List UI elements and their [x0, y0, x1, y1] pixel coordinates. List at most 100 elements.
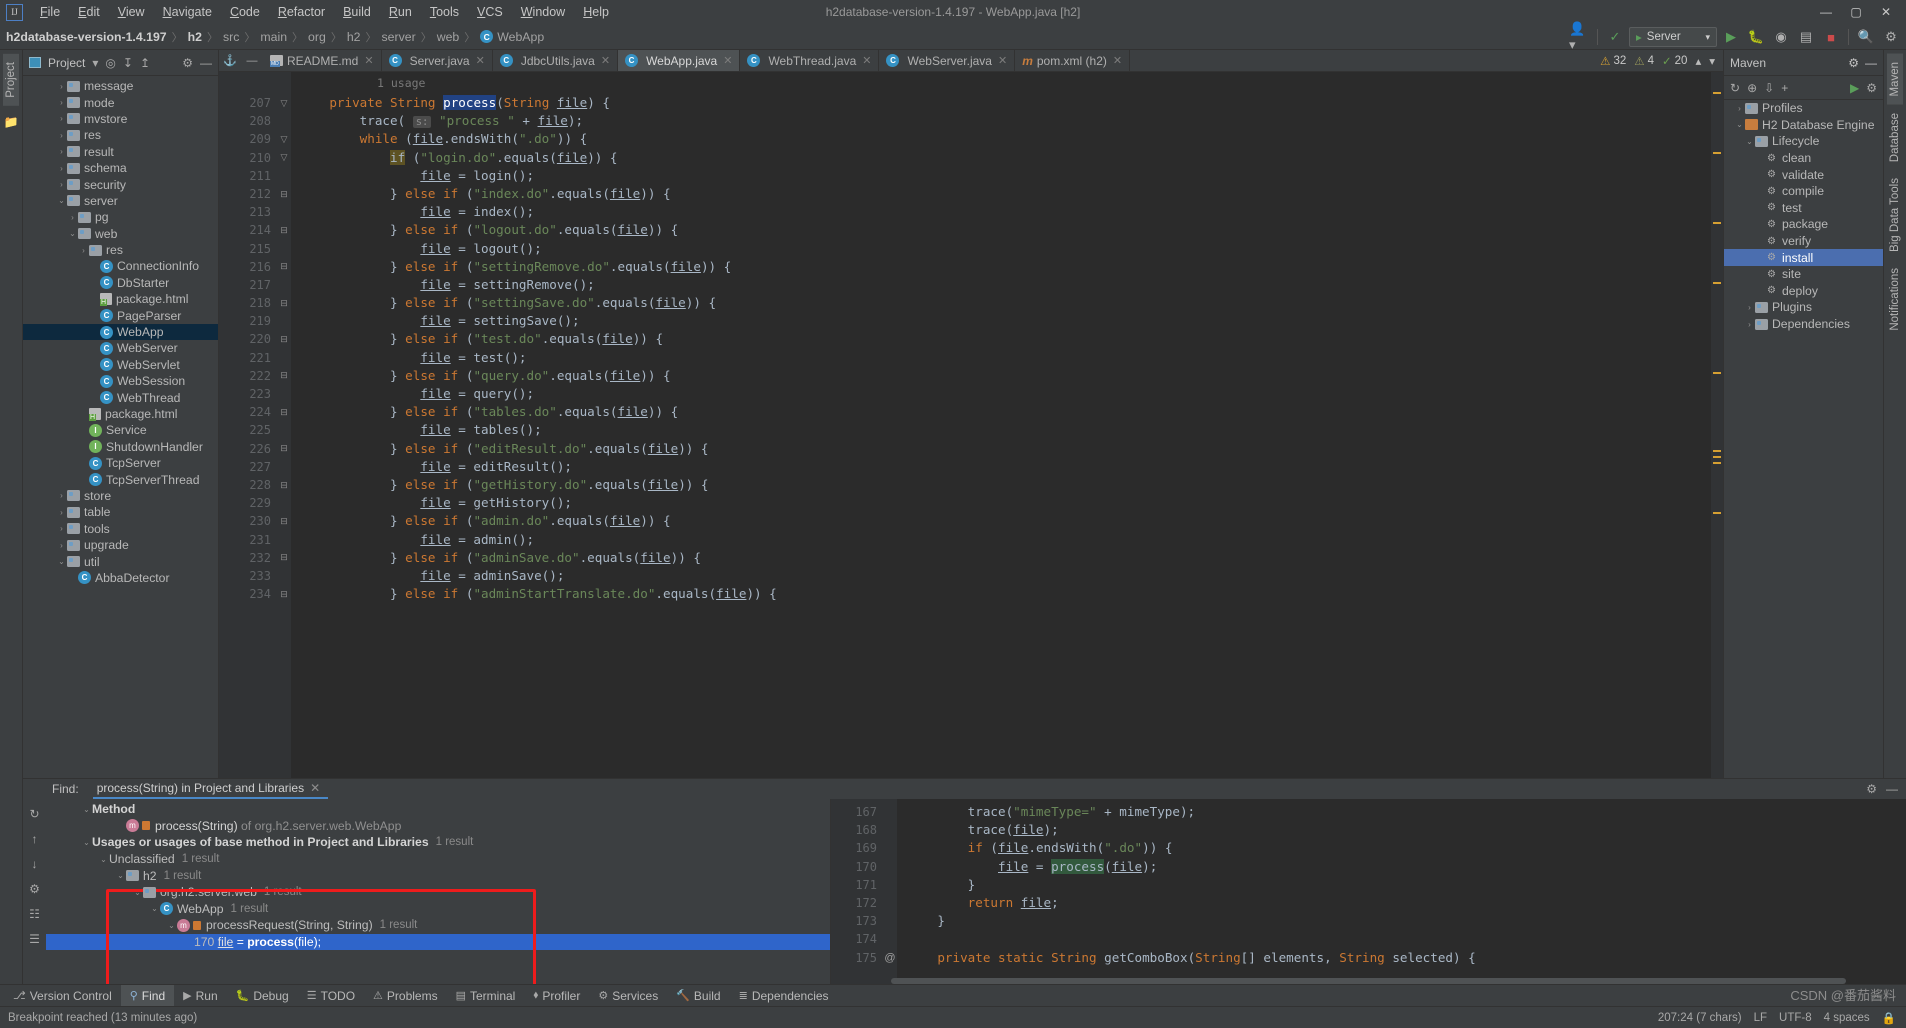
fold-marker[interactable]: ⊟ — [277, 221, 291, 239]
maven-node-compile[interactable]: ⚙ compile — [1724, 183, 1883, 200]
tree-node-server[interactable]: ⌄ server — [23, 193, 218, 209]
code-line[interactable]: file = settingRemove(); — [299, 276, 1711, 294]
find-result-row[interactable]: ⌄ Unclassified 1 result — [46, 851, 830, 868]
pin-icon[interactable]: ⚓ — [219, 50, 241, 71]
code-line[interactable]: file = index(); — [299, 203, 1711, 221]
tree-node-connectioninfo[interactable]: C ConnectionInfo — [23, 258, 218, 274]
tree-arrow[interactable]: › — [1744, 303, 1755, 312]
preview-code-line[interactable]: } — [907, 912, 1906, 930]
code-line[interactable]: if ("login.do".equals(file)) { — [299, 149, 1711, 167]
tree-arrow[interactable]: › — [78, 246, 89, 255]
tree-arrow[interactable]: › — [56, 164, 67, 173]
tree-arrow[interactable]: ⌄ — [149, 904, 160, 913]
menu-item-file[interactable]: File — [31, 3, 69, 21]
breadcrumb-item-2[interactable]: src — [223, 30, 239, 44]
close-icon[interactable]: ✕ — [998, 54, 1007, 67]
tree-node-result[interactable]: › result — [23, 144, 218, 160]
tree-arrow[interactable]: › — [1744, 320, 1755, 329]
maven-node-install[interactable]: ⚙ install — [1724, 249, 1883, 266]
code-line[interactable]: } else if ("settingSave.do".equals(file)… — [299, 294, 1711, 312]
find-result-row[interactable]: m process(String) of org.h2.server.web.We… — [46, 818, 830, 835]
left-tool-strip[interactable]: Project 📁 — [0, 50, 23, 1006]
code-line[interactable]: file = getHistory(); — [299, 494, 1711, 512]
profile-icon[interactable]: ▤ — [1795, 26, 1817, 48]
close-icon[interactable]: ✕ — [723, 54, 732, 67]
tree-arrow[interactable]: ⌄ — [115, 871, 126, 880]
code-line[interactable]: } else if ("adminStartTranslate.do".equa… — [299, 585, 1711, 603]
hide-icon[interactable]: — — [1886, 782, 1898, 796]
preview-code-line[interactable]: trace(file); — [907, 821, 1906, 839]
close-icon[interactable]: ✕ — [476, 54, 485, 67]
tree-node-upgrade[interactable]: › upgrade — [23, 537, 218, 553]
tool-window-version-control[interactable]: ⎇ Version Control — [4, 985, 121, 1007]
fold-marker[interactable] — [277, 167, 291, 185]
tree-arrow[interactable]: › — [56, 180, 67, 189]
tree-arrow[interactable]: › — [56, 114, 67, 123]
stop-icon[interactable]: ■ — [1820, 26, 1842, 48]
maven-node-validate[interactable]: ⚙ validate — [1724, 166, 1883, 183]
preview-code-line[interactable]: return file; — [907, 894, 1906, 912]
tree-node-res[interactable]: › res — [23, 242, 218, 258]
code-line[interactable]: file = tables(); — [299, 421, 1711, 439]
fold-marker[interactable] — [277, 385, 291, 403]
find-session-tab[interactable]: process(String) in Project and Libraries… — [92, 779, 329, 799]
tree-arrow[interactable]: ⌄ — [81, 805, 92, 814]
tree-arrow[interactable]: ⌄ — [56, 196, 67, 205]
maven-node-verify[interactable]: ⚙ verify — [1724, 233, 1883, 250]
bottom-tool-strip[interactable]: ⎇ Version Control ⚲ Find ▶ Run 🐛 Debug ☰ TODO ⚠ Pro… — [0, 984, 1906, 1007]
hammer-icon[interactable]: ✓ — [1604, 26, 1626, 48]
editor-tab-webserver-java[interactable]: C WebServer.java ✕ — [879, 50, 1016, 71]
tool-window-dependencies[interactable]: ≣ Dependencies — [730, 985, 838, 1007]
tool-window-profiler[interactable]: ⬧ Profiler — [524, 985, 589, 1007]
maven-node-h2-database-engine[interactable]: ⌄ H2 Database Engine — [1724, 117, 1883, 134]
fold-marker[interactable] — [277, 240, 291, 258]
code-line[interactable]: } else if ("admin.do".equals(file)) { — [299, 512, 1711, 530]
tree-arrow[interactable]: › — [56, 508, 67, 517]
maven-toolbar[interactable]: ↻ ⊕ ⇩ + ▶ ⚙ — [1724, 76, 1883, 100]
toolbar-actions[interactable]: 👤▾ ✓ ▸ Server ▾ ▶ 🐛 ◉ ▤ ■ 🔍 ⚙ — [1569, 21, 1902, 52]
menu-item-run[interactable]: Run — [380, 3, 421, 21]
tree-arrow[interactable]: ⌄ — [81, 838, 92, 847]
editor-tab-readme-md[interactable]: README.md ✕ — [263, 50, 382, 71]
tree-node-pageparser[interactable]: C PageParser — [23, 307, 218, 323]
menu-item-vcs[interactable]: VCS — [468, 3, 512, 21]
tree-node-table[interactable]: › table — [23, 504, 218, 520]
tree-node-web[interactable]: ⌄ web — [23, 226, 218, 242]
prev-occurrence-icon[interactable]: ↑ — [32, 832, 38, 846]
breadcrumb-item-4[interactable]: org — [308, 30, 326, 44]
tool-window-find[interactable]: ⚲ Find — [120, 984, 175, 1007]
editor-tab-webthread-java[interactable]: C WebThread.java ✕ — [740, 50, 880, 71]
sidebar-item-maven[interactable]: Maven — [1887, 54, 1903, 105]
collapse-icon[interactable]: ☰ — [29, 932, 40, 946]
fold-marker[interactable] — [277, 458, 291, 476]
fold-marker[interactable] — [277, 349, 291, 367]
maven-node-site[interactable]: ⚙ site — [1724, 266, 1883, 283]
fold-marker[interactable] — [277, 494, 291, 512]
file-encoding[interactable]: UTF-8 — [1779, 1012, 1812, 1024]
hide-icon[interactable]: — — [1865, 56, 1877, 70]
tree-node-store[interactable]: › store — [23, 488, 218, 504]
tree-arrow[interactable]: › — [56, 491, 67, 500]
code-line[interactable]: } else if ("adminSave.do".equals(file)) … — [299, 549, 1711, 567]
maven-node-dependencies[interactable]: › Dependencies — [1724, 316, 1883, 333]
tree-node-webapp[interactable]: C WebApp — [23, 323, 218, 341]
fold-marker[interactable]: ⊟ — [277, 585, 291, 603]
coverage-icon[interactable]: ◉ — [1770, 26, 1792, 48]
preview-code[interactable]: 167 168 169 170 171 172 173 174 175 @ trace("mim… — [831, 799, 1906, 986]
tree-node-service[interactable]: I Service — [23, 422, 218, 438]
inspection-summary[interactable]: ⚠ 32 ⚠ 4 ✓ 20 ▴ ▾ — [1592, 50, 1723, 71]
tree-arrow[interactable]: › — [56, 147, 67, 156]
fold-marker[interactable]: ⊟ — [277, 476, 291, 494]
next-problem-icon[interactable]: ▾ — [1709, 54, 1715, 68]
tree-arrow[interactable]: ⌄ — [98, 855, 109, 864]
maven-node-lifecycle[interactable]: ⌄ Lifecycle — [1724, 133, 1883, 150]
tool-window-debug[interactable]: 🐛 Debug — [227, 985, 298, 1007]
code-line[interactable]: file = logout(); — [299, 240, 1711, 258]
find-result-row[interactable]: ⌄ C WebApp 1 result — [46, 901, 830, 918]
tool-window-build[interactable]: 🔨 Build — [667, 985, 729, 1007]
breadcrumb-item-3[interactable]: main — [260, 30, 287, 44]
indent-setting[interactable]: 4 spaces — [1824, 1012, 1870, 1024]
lock-icon[interactable]: 🔒 — [1882, 1011, 1896, 1025]
add-icon[interactable]: ⊕ — [1747, 81, 1757, 95]
caret-position[interactable]: 207:24 (7 chars) — [1658, 1012, 1742, 1024]
